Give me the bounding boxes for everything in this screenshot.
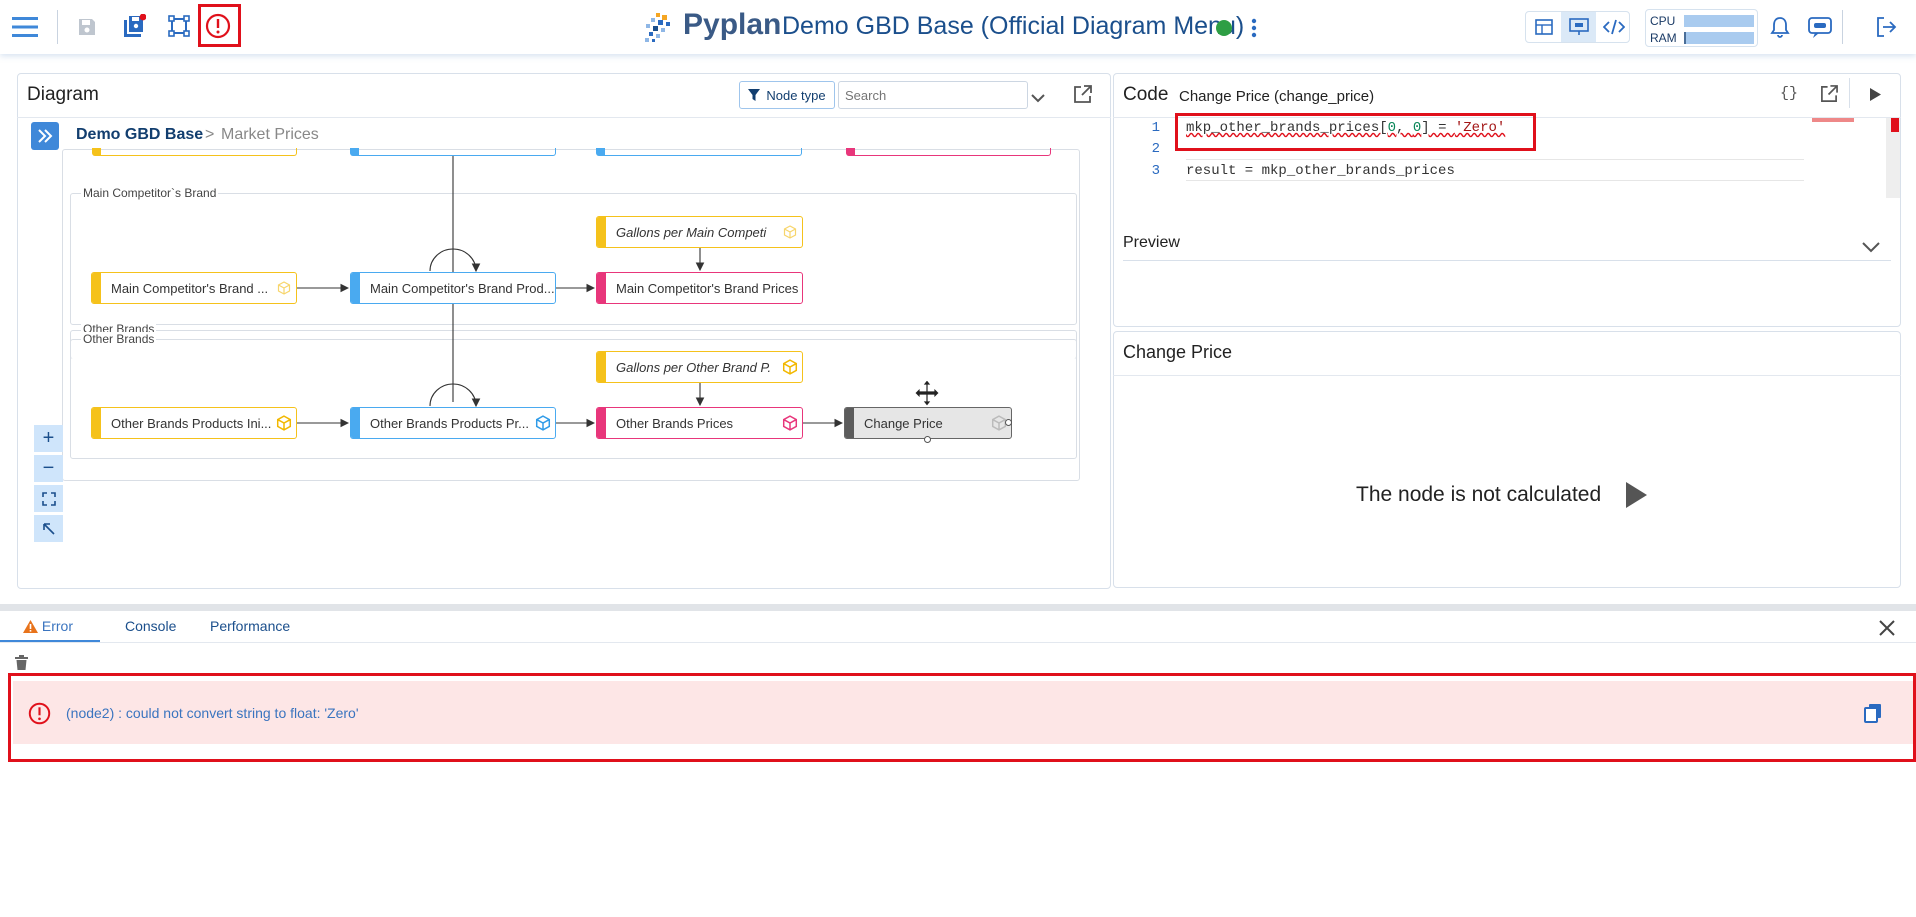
cpu-usage-bar — [1684, 15, 1754, 27]
node-label: Gallons per Main Competi — [616, 224, 767, 240]
panel-resize-divider[interactable] — [0, 604, 1916, 611]
result-header-divider — [1113, 375, 1901, 376]
node-label: Other Brands Prices — [616, 415, 734, 431]
code-line-rule — [1186, 180, 1804, 181]
node-label: Other Brands Products Pr... — [370, 415, 529, 431]
node-type-bar — [351, 408, 360, 438]
node-type-bar — [92, 408, 101, 438]
line-number: 3 — [1151, 163, 1160, 179]
ram-usage-bar — [1684, 32, 1754, 44]
code-view-icon[interactable] — [1596, 12, 1631, 42]
code-toolbar-divider — [1849, 78, 1850, 108]
preview-label[interactable]: Preview — [1123, 234, 1180, 252]
toolbar-divider-right — [1842, 10, 1843, 44]
resize-handle[interactable] — [924, 436, 931, 443]
status-indicator — [1216, 20, 1232, 36]
highlight-error-row — [8, 673, 1916, 762]
highlight-code-line — [1175, 113, 1536, 151]
tab-error-label: Error — [41, 618, 74, 634]
node-type-bar — [845, 408, 854, 438]
cube-icon — [778, 225, 802, 239]
node-label: Main Competitor's Brand ... — [111, 280, 269, 296]
not-calculated-message: The node is not calculated — [1356, 483, 1602, 506]
warning-icon — [23, 620, 38, 633]
node-ob-prices[interactable]: Other Brands Prices — [596, 407, 803, 439]
node-ob-gallons[interactable]: Gallons per Other Brand P. — [596, 351, 803, 383]
resize-handle-right[interactable] — [1005, 419, 1012, 426]
code-line-3[interactable]: result = mkp_other_brands_prices — [1186, 163, 1455, 179]
preview-divider — [1123, 260, 1891, 261]
ram-label: RAM — [1650, 31, 1677, 45]
cube-icon — [272, 281, 296, 295]
code-node-title: Change Price (change_price) — [1179, 88, 1375, 105]
node-label: Other Brands Products Ini... — [111, 415, 272, 431]
node-mc-initial[interactable]: Main Competitor's Brand ... — [91, 272, 297, 304]
node-ob-initial[interactable]: Other Brands Products Ini... — [91, 407, 297, 439]
presentation-view-icon[interactable] — [1561, 12, 1596, 42]
cpu-label: CPU — [1650, 14, 1676, 28]
zoom-in-button[interactable]: + — [34, 425, 63, 452]
minimap-marker — [1812, 118, 1854, 122]
node-mc-products[interactable]: Main Competitor's Brand Prod... — [350, 272, 556, 304]
preview-chevron-down-icon[interactable] — [1862, 240, 1880, 258]
cube-icon — [531, 415, 555, 431]
resource-monitor: CPU RAM — [1645, 9, 1758, 47]
node-type-bar — [597, 217, 606, 247]
fit-screen-icon[interactable] — [34, 485, 63, 512]
node-ob-products[interactable]: Other Brands Products Pr... — [350, 407, 556, 439]
trash-icon[interactable] — [15, 655, 28, 675]
result-title: Change Price — [1123, 342, 1233, 362]
node-mc-prices[interactable]: Main Competitor's Brand Prices — [596, 272, 803, 304]
node-mc-gallons[interactable]: Gallons per Main Competi — [596, 216, 803, 248]
run-icon[interactable] — [1869, 87, 1882, 107]
code-panel — [1113, 73, 1901, 327]
node-label: Change Price — [864, 415, 943, 431]
notification-bell-icon[interactable] — [1766, 13, 1794, 41]
close-icon[interactable] — [1879, 620, 1895, 641]
cube-icon — [778, 359, 802, 375]
node-label: Main Competitor's Brand Prod... — [370, 280, 555, 296]
tab-error[interactable]: Error — [23, 618, 73, 634]
tabs-divider — [0, 642, 1916, 643]
move-cursor-icon — [913, 379, 941, 412]
node-label: Main Competitor's Brand Prices — [616, 280, 799, 296]
table-view-icon[interactable] — [1526, 12, 1561, 42]
node-type-bar — [92, 273, 101, 303]
logout-icon[interactable] — [1872, 13, 1900, 41]
line-number: 1 — [1151, 120, 1160, 136]
node-type-bar — [597, 408, 606, 438]
ram-usage-fill — [1684, 32, 1687, 44]
zoom-out-button[interactable]: − — [34, 455, 63, 482]
format-braces-icon[interactable]: {} — [1780, 85, 1798, 102]
node-type-bar — [597, 273, 606, 303]
tab-performance[interactable]: Performance — [210, 618, 290, 634]
code-open-external-icon[interactable] — [1820, 85, 1838, 108]
node-label: Gallons per Other Brand P. — [616, 359, 772, 375]
node-type-bar — [351, 273, 360, 303]
cube-icon — [778, 415, 802, 431]
assistant-icon[interactable] — [1805, 12, 1835, 42]
view-mode-group — [1525, 11, 1630, 43]
line-number: 2 — [1151, 141, 1160, 157]
result-panel — [1113, 331, 1901, 588]
reset-view-icon[interactable] — [34, 515, 63, 542]
calculate-node-icon[interactable] — [1624, 481, 1648, 514]
node-type-bar — [597, 352, 606, 382]
code-title: Code — [1123, 84, 1169, 105]
more-vert-icon[interactable] — [1244, 16, 1264, 40]
cube-icon — [272, 415, 296, 431]
scrollbar-error-marker — [1891, 118, 1899, 132]
code-line-highlight — [1186, 159, 1804, 160]
tab-console[interactable]: Console — [125, 618, 176, 634]
